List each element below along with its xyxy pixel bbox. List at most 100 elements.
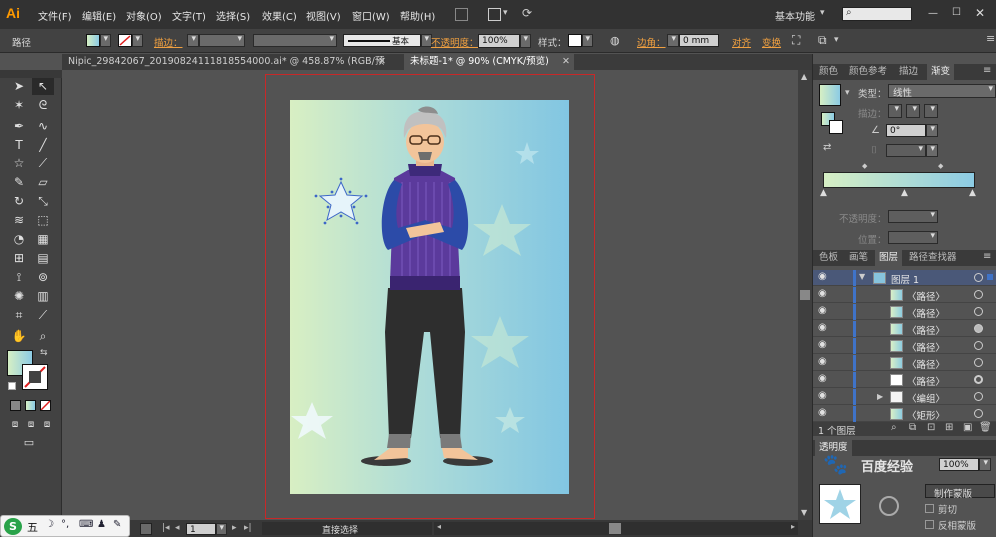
variable-width-profile[interactable]: [253, 34, 337, 47]
stroke-label[interactable]: 描边：: [154, 35, 183, 49]
layer-row[interactable]: ◉ 〈路径〉: [813, 321, 996, 337]
close-icon[interactable]: ✕: [562, 54, 570, 70]
fill-swatch[interactable]: [86, 34, 100, 47]
slice-tool-icon[interactable]: ⟋: [32, 307, 54, 324]
chevron-down-icon[interactable]: ▾: [503, 8, 508, 18]
reverse-gradient-icon[interactable]: ⇄: [823, 142, 831, 153]
target-icon[interactable]: [974, 307, 983, 316]
vertical-scrollbar[interactable]: ▲ ▼: [798, 70, 812, 520]
layer-row[interactable]: ◉ 〈路径〉: [813, 372, 996, 388]
opacity-input[interactable]: 100%: [478, 34, 520, 48]
panel-menu-icon[interactable]: ≡: [986, 32, 995, 45]
stroke-gradient-option[interactable]: [924, 104, 938, 118]
ime-mode[interactable]: 五: [27, 519, 38, 535]
angle-input[interactable]: 0°: [886, 124, 926, 137]
style-dropdown[interactable]: [582, 34, 593, 47]
tab-pathfinder[interactable]: 路径查找器: [905, 250, 961, 266]
scroll-left-icon[interactable]: ◂: [437, 522, 441, 531]
ime-toolbar[interactable]: S 五 ☽ °, ⌨ ♟ ✎: [0, 515, 130, 537]
target-icon[interactable]: [974, 409, 983, 418]
menu-view[interactable]: 视图(V): [306, 8, 341, 23]
settings-icon[interactable]: ✎: [113, 519, 121, 530]
layer-name[interactable]: 〈路径〉: [907, 340, 945, 354]
pencil-tool-icon[interactable]: ✎: [8, 174, 30, 191]
tab-swatches[interactable]: 色板: [815, 250, 842, 266]
target-icon[interactable]: [974, 290, 983, 299]
panel-menu-icon[interactable]: ≡: [983, 251, 991, 262]
artboard[interactable]: [290, 100, 569, 494]
close-icon[interactable]: ✕: [378, 54, 386, 70]
align-link[interactable]: 对齐: [732, 35, 751, 49]
tab-untitled[interactable]: 未标题-1* @ 90% (CMYK/预览) ✕: [404, 54, 574, 70]
menu-effect[interactable]: 效果(C): [262, 8, 297, 23]
stroke-color-box[interactable]: [22, 364, 48, 390]
stroke-weight-stepper[interactable]: [187, 34, 199, 47]
layer-name[interactable]: 〈编组〉: [907, 391, 945, 405]
layer-name[interactable]: 〈路径〉: [907, 289, 945, 303]
target-icon[interactable]: [974, 341, 983, 350]
horizontal-scrollbar[interactable]: ◂ ▸: [434, 522, 798, 535]
layer-name[interactable]: 〈矩形〉: [907, 408, 945, 422]
fill-dropdown[interactable]: [100, 34, 111, 47]
eye-icon[interactable]: ◉: [818, 339, 827, 350]
layer-row[interactable]: ◉ ▶ 〈编组〉: [813, 389, 996, 405]
first-artboard-icon[interactable]: |◂: [162, 523, 170, 533]
stop-opacity-input[interactable]: [888, 210, 938, 223]
gradient-mode-icon[interactable]: [25, 400, 36, 411]
tab-stroke[interactable]: 描边: [895, 64, 922, 80]
trash-icon[interactable]: 🗑: [979, 422, 992, 433]
arrange-documents-icon[interactable]: [488, 8, 501, 21]
search-input[interactable]: ⌕: [842, 7, 912, 21]
direct-selection-tool-icon[interactable]: ↖: [32, 78, 54, 95]
new-sublayer-icon[interactable]: ⊡: [927, 422, 935, 433]
gradient-stop-left[interactable]: ▲: [820, 188, 827, 198]
graphic-style-swatch[interactable]: [568, 34, 582, 47]
menu-file[interactable]: 文件(F): [38, 8, 72, 23]
artboard-dropdown[interactable]: [216, 523, 227, 535]
stroke-gradient-option[interactable]: [906, 104, 920, 118]
eye-icon[interactable]: ◉: [818, 373, 827, 384]
column-graph-tool-icon[interactable]: ▥: [32, 288, 54, 305]
link-icon[interactable]: [879, 496, 899, 516]
stroke-weight-input[interactable]: [199, 34, 245, 47]
hand-tool-icon[interactable]: ✋: [8, 328, 30, 345]
minimize-icon[interactable]: —: [928, 8, 938, 19]
midpoint-marker[interactable]: ◆: [862, 162, 867, 170]
eye-icon[interactable]: ◉: [818, 271, 827, 282]
expand-arrow-icon[interactable]: ▶: [877, 392, 883, 401]
selection-tool-icon[interactable]: ➤: [8, 78, 30, 95]
layer-row[interactable]: ◉ 〈矩形〉: [813, 406, 996, 422]
aspect-ratio-dropdown[interactable]: [926, 144, 938, 157]
expand-arrow-icon[interactable]: ▼: [859, 272, 865, 281]
pen-tool-icon[interactable]: ✒: [8, 118, 30, 135]
magic-wand-tool-icon[interactable]: ✶: [8, 97, 30, 114]
stroke-dropdown[interactable]: [132, 34, 143, 47]
color-mode-icon[interactable]: [10, 400, 21, 411]
screen-mode-icon[interactable]: ▭: [18, 434, 40, 451]
stroke-gradient-option[interactable]: [888, 104, 902, 118]
gradient-slider[interactable]: [823, 172, 975, 188]
target-icon[interactable]: [974, 392, 983, 401]
menu-type[interactable]: 文字(T): [172, 8, 206, 23]
gradient-stop-right[interactable]: ▲: [969, 188, 976, 198]
recolor-artwork-icon[interactable]: ◍: [610, 34, 620, 47]
layer-name[interactable]: 〈路径〉: [907, 306, 945, 320]
shape-builder-tool-icon[interactable]: ◔: [8, 231, 30, 248]
horizontal-scroll-thumb[interactable]: [609, 523, 621, 534]
type-tool-icon[interactable]: T: [8, 137, 30, 154]
new-layer-icon[interactable]: ⊞: [945, 422, 953, 433]
make-mask-button[interactable]: 制作蒙版: [925, 484, 995, 500]
clipping-mask-icon[interactable]: ⧉: [909, 422, 916, 433]
bridge-icon[interactable]: [455, 8, 468, 21]
paintbrush-tool-icon[interactable]: ⟋: [32, 155, 54, 172]
eyedropper-tool-icon[interactable]: ⟟: [8, 269, 30, 286]
gradient-stop-middle[interactable]: ▲: [901, 188, 908, 198]
scroll-down-icon[interactable]: ▼: [801, 508, 807, 517]
eye-icon[interactable]: ◉: [818, 288, 827, 299]
canvas-area[interactable]: [62, 70, 798, 520]
gradient-preview[interactable]: [819, 84, 841, 106]
star-tool-icon[interactable]: ☆: [8, 155, 30, 172]
eraser-tool-icon[interactable]: ▱: [32, 174, 54, 191]
eye-icon[interactable]: ◉: [818, 356, 827, 367]
target-icon[interactable]: [974, 324, 983, 333]
